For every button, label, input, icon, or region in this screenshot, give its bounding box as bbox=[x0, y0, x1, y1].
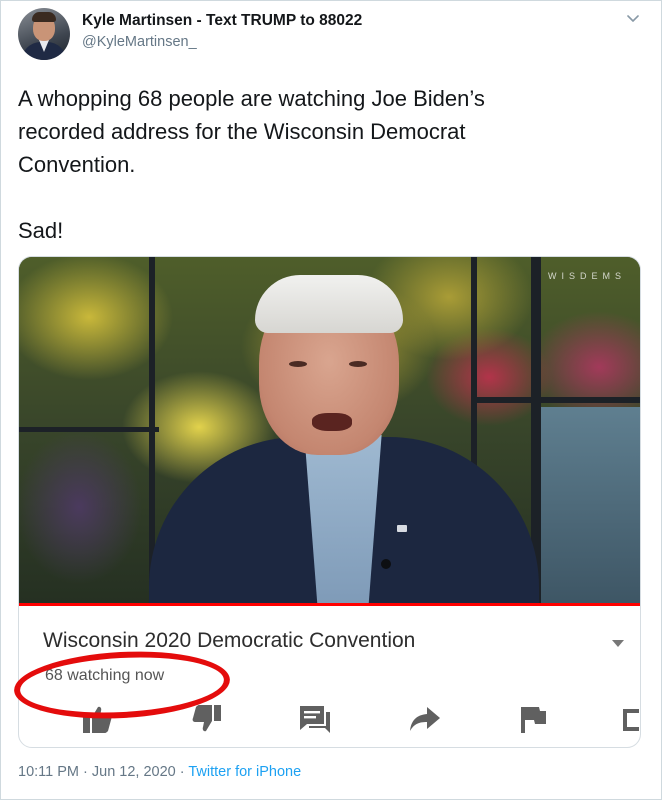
dislike-icon[interactable] bbox=[191, 705, 223, 733]
video-title[interactable]: Wisconsin 2020 Democratic Convention bbox=[43, 629, 415, 653]
share-icon[interactable] bbox=[409, 705, 441, 733]
subscriptions-icon[interactable] bbox=[619, 705, 641, 733]
expand-triangle-icon[interactable] bbox=[612, 640, 624, 648]
video-thumbnail[interactable]: WISDEMS bbox=[19, 257, 640, 603]
tweet-meta: 10:11 PM · Jun 12, 2020 · Twitter for iP… bbox=[18, 764, 301, 780]
tweet-source-link[interactable]: Twitter for iPhone bbox=[188, 764, 301, 780]
chat-icon[interactable] bbox=[299, 705, 331, 733]
flag-icon[interactable] bbox=[517, 705, 549, 733]
tweet-text: A whopping 68 people are watching Joe Bi… bbox=[18, 86, 485, 243]
channel-watermark: WISDEMS bbox=[547, 271, 626, 281]
live-progress-bar bbox=[19, 603, 640, 606]
chevron-down-icon[interactable] bbox=[626, 12, 640, 26]
user-handle[interactable]: @KyleMartinsen_ bbox=[82, 34, 197, 50]
display-name[interactable]: Kyle Martinsen - Text TRUMP to 88022 bbox=[82, 12, 362, 30]
tweet-timestamp[interactable]: 10:11 PM · Jun 12, 2020 · bbox=[18, 764, 188, 780]
avatar[interactable] bbox=[18, 8, 70, 60]
